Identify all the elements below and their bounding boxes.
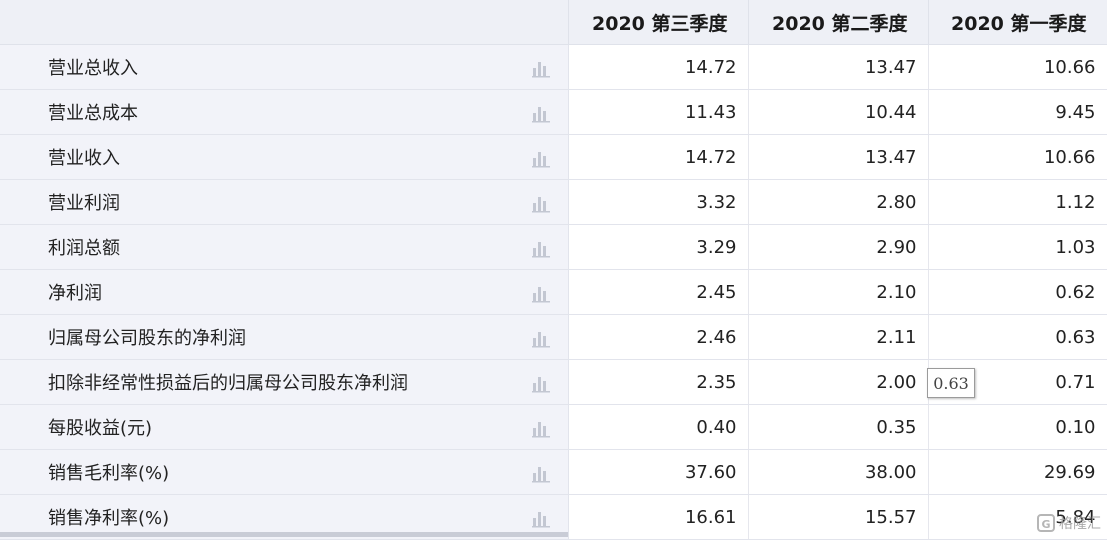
value-cell-q1: 0.63 bbox=[928, 314, 1107, 360]
watermark: G 格隆汇 bbox=[1037, 513, 1101, 533]
row-label: 销售毛利率(%) bbox=[48, 463, 170, 484]
row-label-cell: 营业总收入 bbox=[0, 44, 569, 90]
header-q3-2020[interactable]: 2020 第三季度 bbox=[568, 0, 749, 45]
value-cell-q1: 0.10 bbox=[928, 404, 1107, 450]
value-cell-q3: 3.32 bbox=[568, 179, 749, 225]
table-row: 营业收入 14.72 13.47 10.66 bbox=[0, 134, 1107, 180]
row-label-cell: 营业总成本 bbox=[0, 89, 569, 135]
watermark-logo: G bbox=[1037, 514, 1055, 532]
row-label: 利润总额 bbox=[48, 238, 120, 259]
value-cell-q3: 14.72 bbox=[568, 134, 749, 180]
bar-chart-icon[interactable] bbox=[531, 328, 551, 348]
bar-chart-icon[interactable] bbox=[531, 418, 551, 438]
value-cell-q3: 11.43 bbox=[568, 89, 749, 135]
row-label-cell: 销售毛利率(%) bbox=[0, 449, 569, 495]
financial-table: 2020 第三季度 2020 第二季度 2020 第一季度 营业总收入 14.72… bbox=[0, 0, 1107, 540]
value-cell-q2: 10.44 bbox=[748, 89, 929, 135]
horizontal-scrollbar[interactable] bbox=[0, 532, 568, 537]
row-label: 营业收入 bbox=[48, 148, 120, 169]
bar-chart-icon[interactable] bbox=[531, 283, 551, 303]
bar-chart-icon[interactable] bbox=[531, 148, 551, 168]
value-cell-q3: 3.29 bbox=[568, 224, 749, 270]
table-row: 营业总成本 11.43 10.44 9.45 bbox=[0, 89, 1107, 135]
value-cell-q2: 2.10 bbox=[748, 269, 929, 315]
table-row: 营业利润 3.32 2.80 1.12 bbox=[0, 179, 1107, 225]
row-label: 每股收益(元) bbox=[48, 418, 153, 439]
bar-chart-icon[interactable] bbox=[531, 238, 551, 258]
table-row: 营业总收入 14.72 13.47 10.66 bbox=[0, 44, 1107, 90]
table-row: 利润总额 3.29 2.90 1.03 bbox=[0, 224, 1107, 270]
row-label-cell: 营业收入 bbox=[0, 134, 569, 180]
row-label-cell: 利润总额 bbox=[0, 224, 569, 270]
row-label-cell: 每股收益(元) bbox=[0, 404, 569, 450]
value-cell-q1: 10.66 bbox=[928, 134, 1107, 180]
value-cell-q3: 37.60 bbox=[568, 449, 749, 495]
bar-chart-icon[interactable] bbox=[531, 103, 551, 123]
value-cell-q1: 9.45 bbox=[928, 89, 1107, 135]
table-row: 净利润 2.45 2.10 0.62 bbox=[0, 269, 1107, 315]
value-cell-q1: 1.03 bbox=[928, 224, 1107, 270]
value-cell-q2: 13.47 bbox=[748, 134, 929, 180]
table-row: 归属母公司股东的净利润 2.46 2.11 0.63 bbox=[0, 314, 1107, 360]
value-cell-q2: 38.00 bbox=[748, 449, 929, 495]
row-label: 营业总收入 bbox=[48, 58, 138, 79]
header-row: 2020 第三季度 2020 第二季度 2020 第一季度 bbox=[0, 0, 1107, 45]
row-label: 净利润 bbox=[48, 283, 102, 304]
value-cell-q2: 2.90 bbox=[748, 224, 929, 270]
value-cell-q2: 2.11 bbox=[748, 314, 929, 360]
bar-chart-icon[interactable] bbox=[531, 463, 551, 483]
row-label-cell: 净利润 bbox=[0, 269, 569, 315]
value-tooltip: 0.63 bbox=[927, 368, 975, 398]
row-label: 扣除非经常性损益后的归属母公司股东净利润 bbox=[48, 373, 408, 394]
row-label: 营业总成本 bbox=[48, 103, 138, 124]
row-label: 归属母公司股东的净利润 bbox=[48, 328, 246, 349]
value-cell-q1: 0.62 bbox=[928, 269, 1107, 315]
table-row: 销售毛利率(%) 37.60 38.00 29.69 bbox=[0, 449, 1107, 495]
header-q2-2020[interactable]: 2020 第二季度 bbox=[748, 0, 929, 45]
table-row: 每股收益(元) 0.40 0.35 0.10 bbox=[0, 404, 1107, 450]
row-label: 营业利润 bbox=[48, 193, 120, 214]
row-label-cell: 归属母公司股东的净利润 bbox=[0, 314, 569, 360]
row-label: 销售净利率(%) bbox=[48, 508, 170, 529]
value-cell-q3: 14.72 bbox=[568, 44, 749, 90]
value-cell-q3: 2.35 bbox=[568, 359, 749, 405]
bar-chart-icon[interactable] bbox=[531, 508, 551, 528]
value-cell-q3: 0.40 bbox=[568, 404, 749, 450]
value-cell-q3: 2.46 bbox=[568, 314, 749, 360]
header-q1-2020[interactable]: 2020 第一季度 bbox=[928, 0, 1107, 45]
header-corner bbox=[0, 0, 569, 45]
bar-chart-icon[interactable] bbox=[531, 193, 551, 213]
value-cell-q2: 2.80 bbox=[748, 179, 929, 225]
value-cell-q1: 10.66 bbox=[928, 44, 1107, 90]
value-cell-q3: 2.45 bbox=[568, 269, 749, 315]
bar-chart-icon[interactable] bbox=[531, 373, 551, 393]
value-cell-q2: 13.47 bbox=[748, 44, 929, 90]
value-cell-q1: 29.69 bbox=[928, 449, 1107, 495]
value-cell-q1: 1.12 bbox=[928, 179, 1107, 225]
row-label-cell: 营业利润 bbox=[0, 179, 569, 225]
value-cell-q2: 15.57 bbox=[748, 494, 929, 540]
value-cell-q3: 16.61 bbox=[568, 494, 749, 540]
value-cell-q2: 2.00 bbox=[748, 359, 929, 405]
watermark-text: 格隆汇 bbox=[1059, 516, 1101, 532]
value-cell-q2: 0.35 bbox=[748, 404, 929, 450]
row-label-cell: 扣除非经常性损益后的归属母公司股东净利润 bbox=[0, 359, 569, 405]
bar-chart-icon[interactable] bbox=[531, 58, 551, 78]
